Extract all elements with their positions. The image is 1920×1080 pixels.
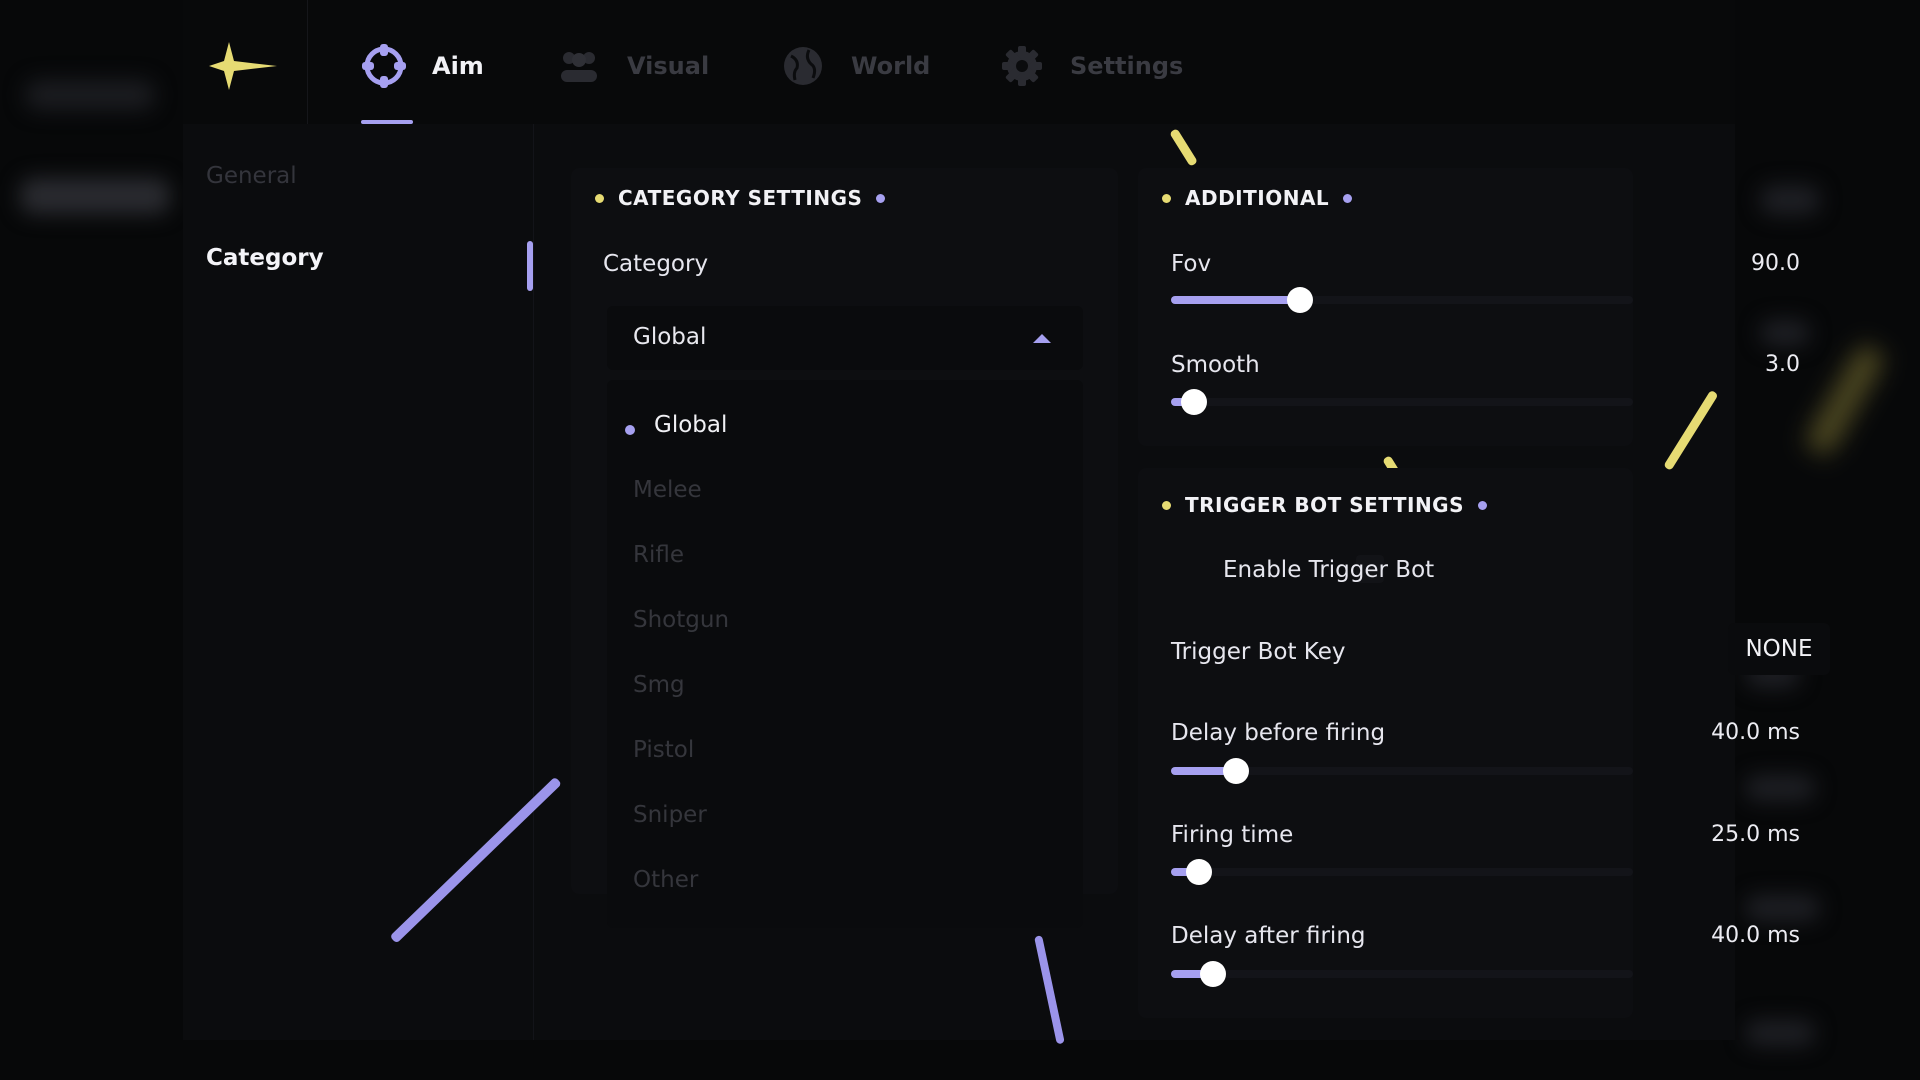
category-dropdown-value: Global	[633, 324, 707, 350]
background-blur	[1745, 1020, 1815, 1046]
additional-heading: ADDITIONAL	[1162, 186, 1353, 210]
dropdown-option-sniper[interactable]: Sniper	[633, 802, 707, 828]
delay-after-firing-slider[interactable]	[1171, 961, 1633, 987]
category-dropdown[interactable]: Global	[607, 306, 1083, 370]
top-navigation-bar: Aim Visual World Settings	[183, 0, 1735, 124]
background-blur	[25, 80, 155, 110]
heading-dot	[1162, 193, 1171, 203]
slider-track	[1171, 868, 1633, 876]
background-blur	[20, 178, 170, 214]
slider-knob[interactable]	[1287, 287, 1314, 313]
heading-dot	[1343, 193, 1353, 203]
cheat-menu-window: Aim Visual World Settings General Catego…	[183, 0, 1830, 1045]
star-logo-icon	[209, 42, 277, 90]
crosshair-icon	[362, 44, 406, 88]
heading-dot	[595, 193, 604, 203]
sidebar-item-general[interactable]: General	[206, 163, 297, 189]
tab-world-label: World	[851, 52, 931, 80]
slider-track	[1171, 398, 1633, 406]
category-field-label: Category	[603, 251, 709, 277]
heading-dot	[1478, 500, 1488, 510]
background-blur	[1745, 895, 1820, 921]
delay-before-firing-slider[interactable]	[1171, 758, 1633, 784]
background-blur	[1745, 775, 1815, 801]
slider-knob[interactable]	[1222, 758, 1249, 784]
decorative-stripe	[1034, 935, 1065, 1045]
tab-visual[interactable]: Visual	[555, 36, 709, 96]
additional-title: ADDITIONAL	[1185, 186, 1330, 210]
sidebar-active-indicator	[527, 241, 533, 291]
fov-slider[interactable]	[1171, 287, 1633, 313]
firing-time-label: Firing time	[1171, 822, 1294, 848]
background-blur	[1802, 340, 1888, 460]
slider-track	[1171, 970, 1633, 978]
firing-time-value: 25.0 ms	[1711, 822, 1800, 847]
trigger-bot-key-label: Trigger Bot Key	[1171, 639, 1346, 665]
firing-time-slider[interactable]	[1171, 859, 1633, 885]
dropdown-option-rifle[interactable]: Rifle	[633, 542, 684, 568]
dropdown-option-other[interactable]: Other	[633, 867, 698, 893]
delay-after-firing-value: 40.0 ms	[1711, 923, 1800, 948]
fov-label: Fov	[1171, 251, 1212, 277]
users-icon	[561, 52, 597, 82]
category-settings-title: CATEGORY SETTINGS	[618, 186, 863, 210]
slider-knob[interactable]	[1181, 389, 1208, 415]
smooth-slider[interactable]	[1171, 389, 1633, 415]
smooth-label: Smooth	[1171, 352, 1260, 378]
slider-knob[interactable]	[1185, 859, 1212, 885]
tab-settings-label: Settings	[1070, 52, 1184, 80]
fov-value: 90.0	[1751, 251, 1800, 276]
trigger-bot-heading: TRIGGER BOT SETTINGS	[1162, 493, 1488, 517]
caret-up-icon	[1033, 334, 1051, 343]
globe-icon	[784, 47, 822, 85]
tab-aim[interactable]: Aim	[360, 36, 484, 96]
dropdown-option-smg[interactable]: Smg	[633, 672, 685, 698]
gear-icon	[1002, 46, 1042, 86]
background-blur	[1760, 185, 1820, 215]
category-settings-heading: CATEGORY SETTINGS	[595, 186, 886, 210]
decorative-stripe	[1169, 128, 1199, 167]
dropdown-option-melee[interactable]: Melee	[633, 477, 702, 503]
logo-divider	[307, 0, 308, 124]
tab-settings[interactable]: Settings	[998, 36, 1183, 96]
tab-world[interactable]: World	[779, 36, 930, 96]
trigger-bot-title: TRIGGER BOT SETTINGS	[1185, 493, 1465, 517]
decorative-stripe	[1663, 389, 1719, 471]
dropdown-option-global[interactable]: Global	[654, 412, 727, 438]
delay-after-firing-label: Delay after firing	[1171, 923, 1366, 949]
heading-dot	[876, 193, 886, 203]
category-dropdown-list: Global Melee Rifle Shotgun Smg Pistol Sn…	[607, 380, 1083, 928]
sidebar-item-category[interactable]: Category	[206, 245, 324, 271]
trigger-bot-key-button[interactable]: NONE	[1728, 623, 1830, 675]
delay-before-firing-label: Delay before firing	[1171, 720, 1386, 746]
slider-knob[interactable]	[1199, 961, 1226, 987]
dropdown-option-shotgun[interactable]: Shotgun	[633, 607, 729, 633]
background-blur	[1760, 320, 1810, 346]
sidebar-divider	[533, 124, 534, 1040]
tab-aim-label: Aim	[432, 52, 484, 80]
selected-option-dot	[625, 425, 635, 435]
delay-before-firing-value: 40.0 ms	[1711, 720, 1800, 745]
enable-trigger-bot-label: Enable Trigger Bot	[1223, 557, 1435, 583]
heading-dot	[1162, 500, 1171, 510]
slider-fill	[1171, 296, 1301, 304]
dropdown-option-pistol[interactable]: Pistol	[633, 737, 694, 763]
tab-visual-label: Visual	[627, 52, 710, 80]
smooth-value: 3.0	[1765, 352, 1800, 377]
